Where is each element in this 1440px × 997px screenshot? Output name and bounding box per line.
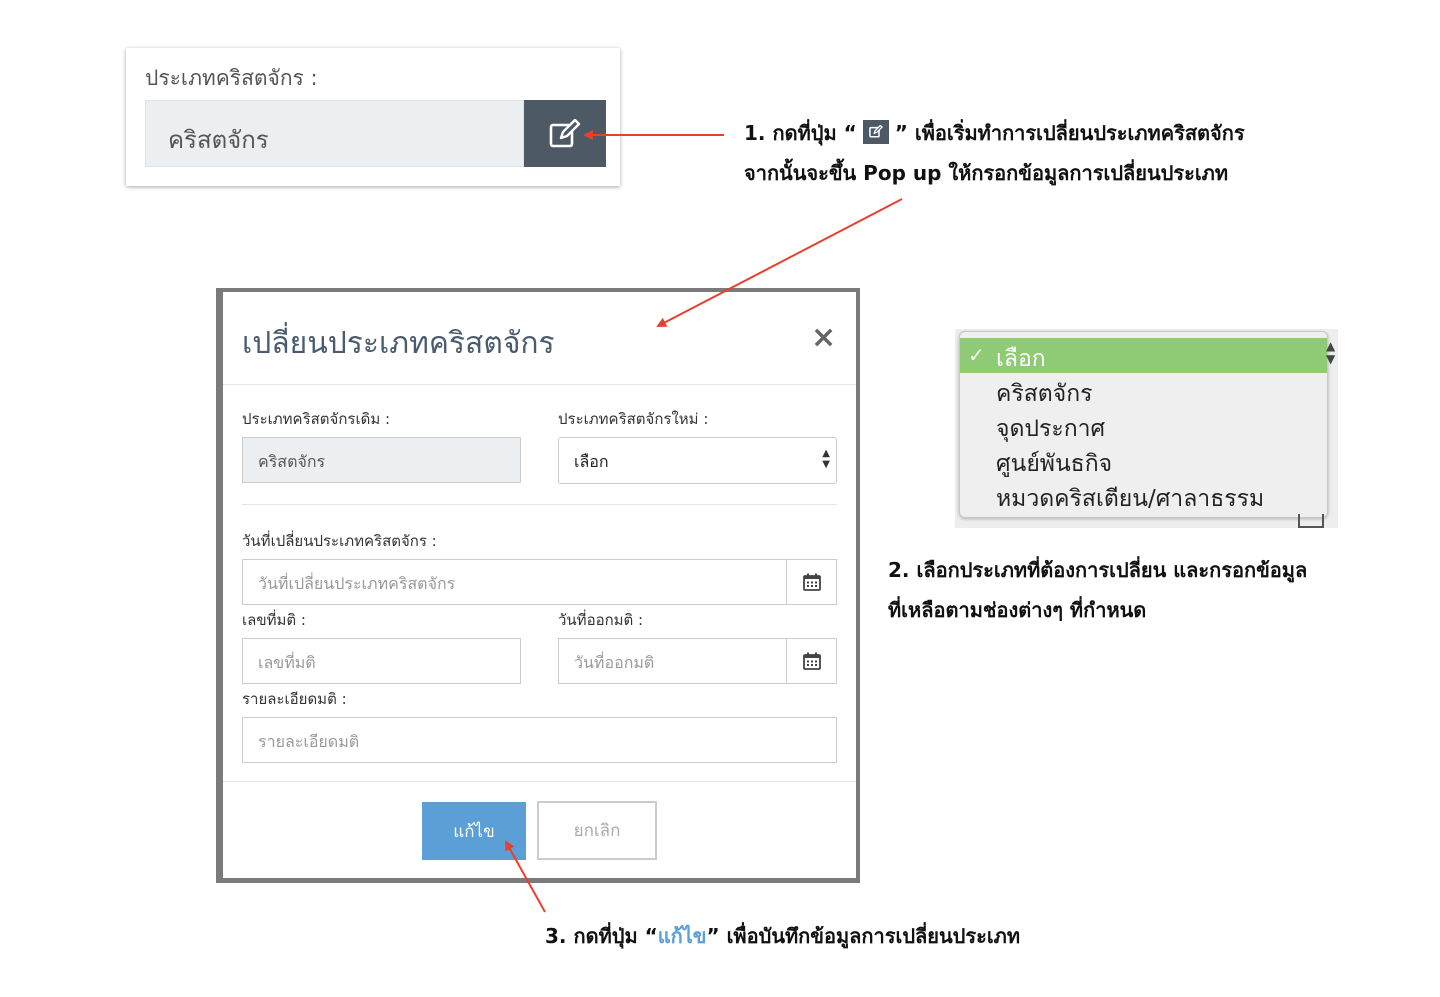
select-arrows-icon: ▲ ▼ (1326, 339, 1336, 366)
instruction-step-3: 3. กดที่ปุ่ม “แก้ไข” เพื่อบันทึกข้อมูลกา… (545, 924, 1021, 948)
dropdown-option-select[interactable]: ✓ เลือก (960, 338, 1327, 373)
resolution-date-label: วันที่ออกมติ : (558, 611, 644, 629)
church-type-panel: ประเภทคริสตจักร : คริสตจักร (126, 48, 620, 186)
select-arrows-icon: ▲ ▼ (822, 448, 830, 470)
change-date-input[interactable]: วันที่เปลี่ยนประเภทคริสตจักร (242, 559, 787, 605)
instruction-step-2-line2: ที่เหลือตามช่องต่างๆ ที่กำหนด (888, 598, 1147, 622)
new-type-select[interactable]: เลือก ▲ ▼ (558, 437, 837, 484)
dropdown-option-ministry-center[interactable]: ศูนย์พันธกิจ (960, 443, 1327, 478)
resolution-no-label: เลขที่มติ : (242, 611, 306, 629)
dropdown-option-mission-point[interactable]: จุดประกาศ (960, 408, 1327, 443)
calendar-icon (802, 652, 821, 670)
instruction-step-2-line1: 2. เลือกประเภทที่ต้องการเปลี่ยน และกรอกข… (888, 558, 1308, 582)
resolution-date-input[interactable]: วันที่ออกมติ (558, 638, 787, 684)
new-type-selected-value: เลือก (574, 452, 609, 471)
instruction-highlight: แก้ไข (657, 924, 707, 948)
detail-input[interactable]: รายละเอียดมติ (242, 717, 837, 763)
old-type-field: คริสตจักร (242, 437, 521, 483)
edit-church-type-button[interactable] (524, 100, 606, 167)
detail-placeholder: รายละเอียดมติ (258, 732, 360, 751)
new-type-label: ประเภทคริสตจักรใหม่ : (558, 410, 709, 428)
instruction-step-2: 2. เลือกประเภทที่ต้องการเปลี่ยน และกรอกข… (888, 550, 1307, 630)
church-type-label: ประเภทคริสตจักร : (145, 66, 318, 90)
modal-header-divider (223, 384, 856, 385)
edit-icon (549, 118, 581, 147)
resolution-no-input[interactable]: เลขที่มติ (242, 638, 521, 684)
dropdown-option-church[interactable]: คริสตจักร (960, 373, 1327, 408)
change-date-label: วันที่เปลี่ยนประเภทคริสตจักร : (242, 532, 437, 550)
change-church-type-modal: เปลี่ยนประเภทคริสตจักร × ประเภทคริสตจักร… (223, 292, 856, 878)
instruction-step-1-line1: 1. กดที่ปุ่ม “” เพื่อเริ่มทำการเปลี่ยนปร… (744, 119, 1245, 145)
instruction-step-1: 1. กดที่ปุ่ม “” เพื่อเริ่มทำการเปลี่ยนปร… (744, 113, 1245, 193)
dropdown-edge-decoration (1298, 514, 1324, 528)
save-button[interactable]: แก้ไข (422, 802, 526, 860)
cancel-button[interactable]: ยกเลิก (537, 801, 657, 860)
detail-label: รายละเอียดมติ : (242, 690, 347, 708)
modal-footer-divider (223, 781, 856, 782)
resolution-date-placeholder: วันที่ออกมติ (574, 653, 655, 672)
resolution-no-placeholder: เลขที่มติ (258, 653, 316, 672)
resolution-date-calendar-button[interactable] (786, 638, 837, 684)
change-date-calendar-button[interactable] (786, 559, 837, 605)
modal-title: เปลี่ยนประเภทคริสตจักร (242, 326, 555, 361)
edit-icon (862, 119, 889, 144)
close-icon[interactable]: × (811, 320, 836, 355)
instruction-step-1-line2: จากนั้นจะขึ้น Pop up ให้กรอกข้อมูลการเปล… (744, 161, 1229, 185)
check-icon: ✓ (968, 343, 985, 367)
church-type-value: คริสตจักร (168, 126, 269, 154)
dropdown-option-christian-group[interactable]: หมวดคริสเตียน/ศาลาธรรม (960, 478, 1327, 513)
old-type-label: ประเภทคริสตจักรเดิม : (242, 410, 391, 428)
change-date-placeholder: วันที่เปลี่ยนประเภทคริสตจักร (258, 574, 456, 593)
old-type-value: คริสตจักร (258, 452, 326, 471)
church-type-dropdown[interactable]: ✓ เลือก คริสตจักร จุดประกาศ ศูนย์พันธกิจ… (959, 331, 1328, 518)
calendar-icon (802, 573, 821, 591)
form-divider (242, 504, 837, 505)
church-type-field: คริสตจักร (145, 100, 524, 167)
